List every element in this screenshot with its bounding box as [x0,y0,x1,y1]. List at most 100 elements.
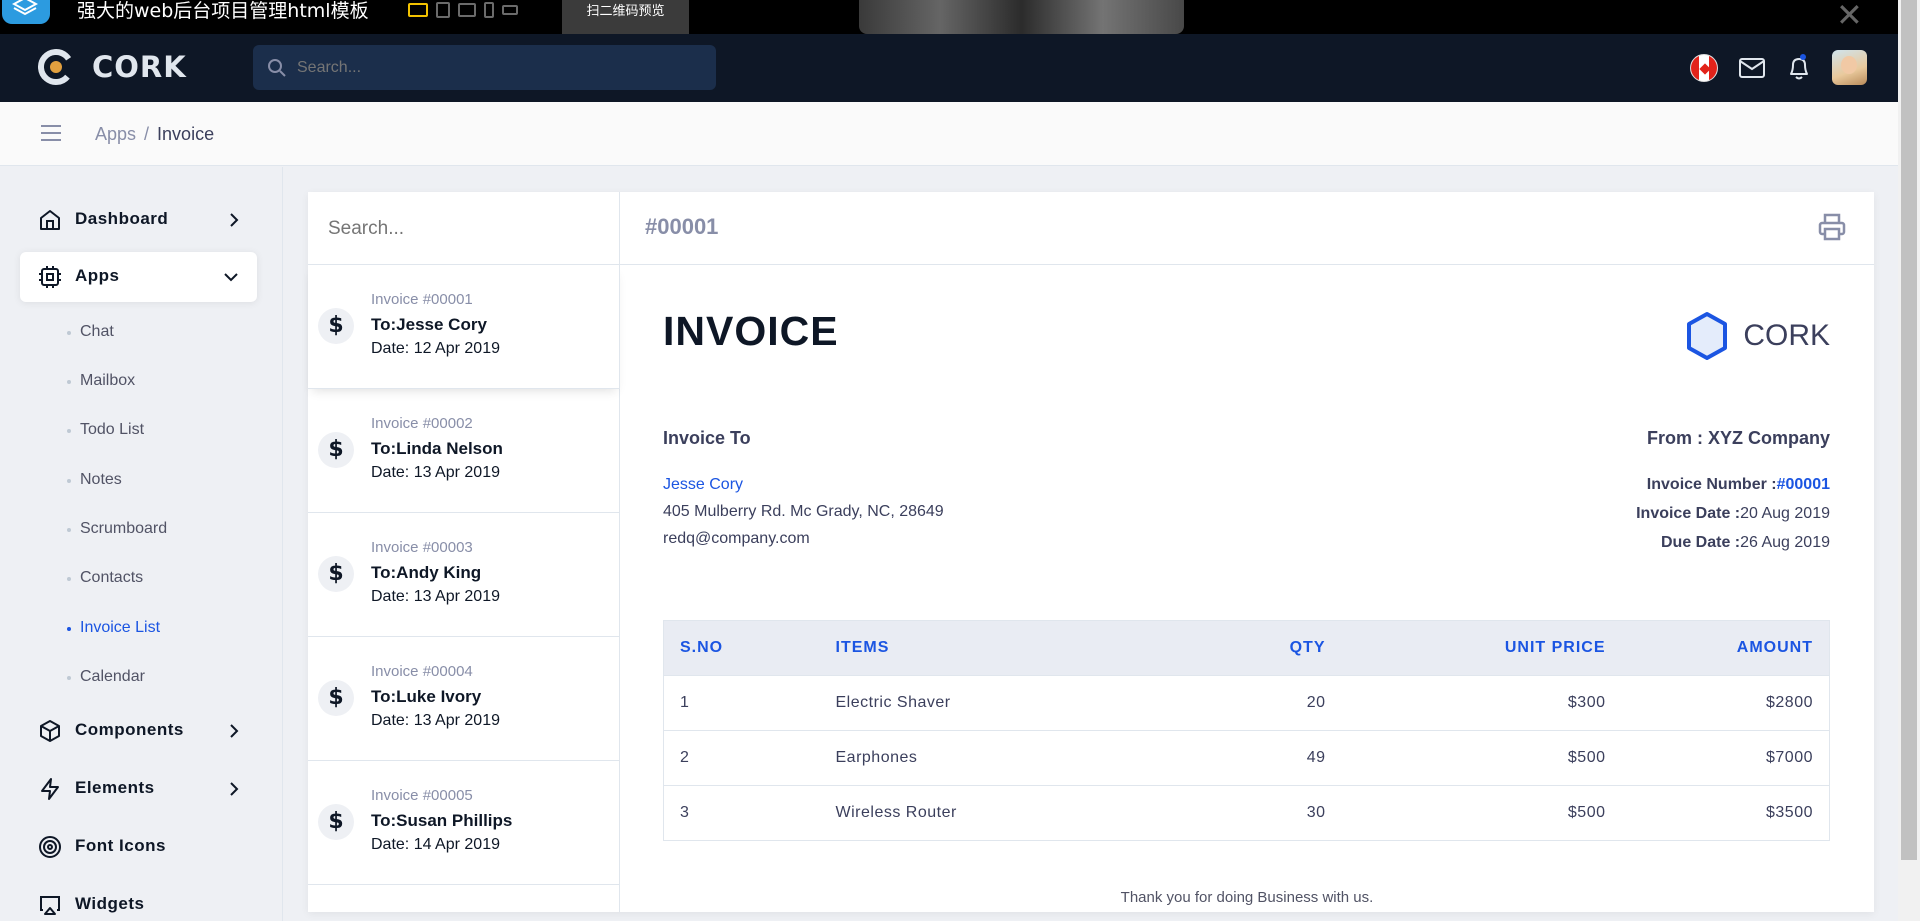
cork-logo-icon[interactable] [38,47,74,91]
sidebar-item-label: Font Icons [75,836,166,855]
invoice-number: Invoice #00002 [371,415,473,432]
column-header: S.NO [663,620,820,676]
phone-landscape-icon[interactable] [502,5,518,15]
invoice-search-input[interactable] [328,214,598,244]
table-cell: Earphones [819,730,1180,786]
sidebar-sub-todo-list[interactable]: Todo List [66,421,144,439]
sidebar-item-font-icons[interactable]: Font Icons [20,822,257,872]
invoice-date: Date: 13 Apr 2019 [371,464,500,481]
invoice-number-line: Invoice Number :#00001 [1647,476,1830,494]
invoice-items-table: S.NO ITEMS QTY UNIT PRICE AMOUNT 1 Elect… [663,620,1830,841]
chevron-right-icon [230,724,239,738]
cpu-icon [39,266,61,288]
table-cell: $2800 [1621,675,1830,731]
table-cell: 30 [1179,785,1342,841]
invoice-id: #00001 [645,214,719,239]
menu-toggle-icon[interactable] [40,124,62,142]
sidebar-sub-chat[interactable]: Chat [67,323,114,341]
phone-icon[interactable] [484,2,494,18]
invoice-list-item[interactable]: $ Invoice #00002 To:Linda Nelson Date: 1… [308,389,620,513]
sidebar-sub-calendar[interactable]: Calendar [67,668,145,686]
table-cell: 2 [663,730,820,786]
invoice-date: Date: 13 Apr 2019 [371,712,500,729]
qr-preview-button[interactable]: 扫二维码预览 [562,0,689,34]
column-header: ITEMS [819,620,1180,676]
invoice-list-item[interactable]: $ Invoice #00001 To:Jesse Cory Date: 12 … [308,265,620,389]
breadcrumb-apps[interactable]: Apps [95,124,136,144]
sidebar-sub-invoice-list[interactable]: Invoice List [66,619,160,637]
global-search[interactable] [253,45,716,90]
invoice-app-card: $ Invoice #00001 To:Jesse Cory Date: 12 … [308,192,1874,912]
page-scrollbar-thumb[interactable] [1901,0,1917,860]
sidebar-item-apps[interactable]: Apps [20,252,257,302]
invoice-recipient: To:Susan Phillips [371,811,513,830]
invoice-date: Date: 12 Apr 2019 [371,340,500,357]
breadcrumb-separator: / [144,124,150,144]
preview-title: 强大的web后台项目管理html模板 [77,0,369,22]
table-row: 1 Electric Shaver 20 $300 $2800 [663,675,1830,731]
invoice-due-label: Due Date : [1661,534,1741,551]
thank-you-note: Thank you for doing Business with us. [1120,889,1374,906]
table-cell: 3 [663,785,820,841]
sidebar: Dashboard Apps Chat Mailbox Todo List No… [0,167,283,921]
brand-name[interactable]: CORK [92,50,187,84]
sidebar-item-label: Elements [75,778,155,797]
invoice-from-label: From : XYZ Company [1646,428,1830,448]
sidebar-item-elements[interactable]: Elements [20,764,257,814]
hexagon-logo-icon [1687,312,1728,360]
preview-thumbnail [859,0,1184,34]
sidebar-item-components[interactable]: Components [20,706,257,756]
sidebar-sub-notes[interactable]: Notes [67,471,122,489]
dollar-icon: $ [318,432,354,468]
close-icon[interactable]: ✕ [1836,0,1863,34]
canada-flag-icon[interactable] [1690,53,1718,82]
invoice-recipient: To:Andy King [371,563,482,582]
sub-header: Apps / Invoice [0,102,1898,166]
desktop-icon[interactable] [408,3,428,17]
chevron-down-icon [224,273,238,282]
table-cell: 49 [1179,730,1342,786]
preview-logo [2,0,50,24]
invoice-to-name[interactable]: Jesse Cory [663,476,743,494]
sidebar-item-label: Widgets [75,894,145,913]
invoice-list-item[interactable]: $ Invoice #00005 To:Susan Phillips Date:… [308,761,620,885]
printer-icon[interactable] [1817,212,1847,242]
home-icon [40,210,60,230]
mail-icon[interactable] [1738,57,1766,79]
bell-icon[interactable] [1786,53,1812,82]
breadcrumb: Apps / Invoice [95,124,214,145]
invoice-list-item[interactable]: $ Invoice #00004 To:Luke Ivory Date: 13 … [308,637,620,761]
user-avatar[interactable] [1832,50,1867,85]
chevron-right-icon [230,213,239,227]
table-cell: Wireless Router [819,785,1180,841]
device-switcher[interactable] [408,2,518,18]
company-name: CORK [1743,319,1830,352]
sidebar-item-widgets[interactable]: Widgets [20,880,257,921]
sidebar-sub-contacts[interactable]: Contacts [66,569,143,587]
search-icon [268,59,286,77]
table-cell: $7000 [1621,730,1830,786]
table-cell: 1 [663,675,820,731]
sidebar-sub-scrumboard[interactable]: Scrumboard [66,520,167,538]
invoice-date-value: 20 Aug 2019 [1740,505,1830,522]
table-cell: $300 [1341,675,1622,731]
preview-bar: 强大的web后台项目管理html模板 扫二维码预览 ✕ [0,0,1920,34]
laptop-icon[interactable] [436,2,450,18]
dollar-icon: $ [318,556,354,592]
sidebar-sub-mailbox[interactable]: Mailbox [66,372,135,390]
invoice-to-label: Invoice To [663,428,751,448]
sidebar-item-label: Apps [75,266,120,285]
tablet-icon[interactable] [458,3,476,17]
invoice-number-value[interactable]: #00001 [1777,476,1830,493]
table-cell: $3500 [1621,785,1830,841]
dollar-icon: $ [318,308,354,344]
search-input[interactable] [297,45,697,90]
dollar-icon: $ [318,804,354,840]
invoice-search[interactable] [308,192,620,265]
sidebar-item-dashboard[interactable]: Dashboard [20,195,257,245]
invoice-recipient: To:Linda Nelson [371,439,503,458]
invoice-detail-panel: #00001 INVOICE CORK Invoice To Jesse Cor… [620,192,1874,912]
invoice-list-panel: $ Invoice #00001 To:Jesse Cory Date: 12 … [308,192,620,912]
invoice-list-item[interactable]: $ Invoice #00003 To:Andy King Date: 13 A… [308,513,620,637]
invoice-number-label: Invoice Number : [1646,476,1777,493]
